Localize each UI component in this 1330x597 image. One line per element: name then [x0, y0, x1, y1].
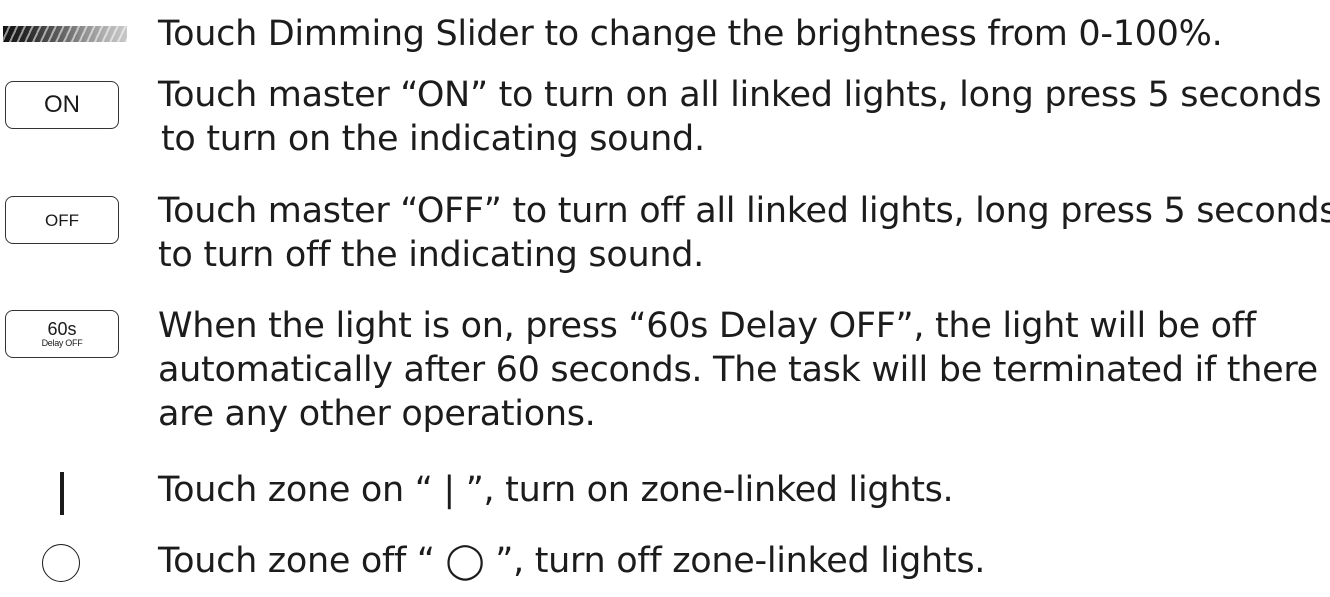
instruction-line: Touch zone on “ | ”, turn on zone-linked…	[158, 470, 954, 510]
instruction-line: automatically after 60 seconds. The task…	[158, 350, 1318, 390]
instruction-line: Touch master “OFF” to turn off all linke…	[158, 191, 1330, 231]
dimming-slider-icon	[3, 26, 127, 42]
instruction-line: are any other operations.	[158, 394, 596, 434]
instruction-text: Touch Dimming Slider to change the brigh…	[158, 12, 1223, 56]
zone-on-bar-icon	[60, 472, 64, 515]
delay-key-main-label: 60s	[47, 319, 77, 339]
instruction-text: When the light is on, press “60s Delay O…	[158, 304, 1318, 436]
zone-off-circle-icon	[42, 544, 80, 582]
on-key-icon: ON	[5, 81, 119, 129]
instruction-line: to turn off the indicating sound.	[158, 235, 704, 275]
instruction-text: Touch master “ON” to turn on all linked …	[158, 73, 1322, 161]
instruction-text: Touch zone on “ | ”, turn on zone-linked…	[158, 468, 954, 512]
instruction-line: When the light is on, press “60s Delay O…	[158, 306, 1256, 346]
delay-off-key-icon: 60s Delay OFF	[5, 310, 119, 358]
instruction-line: Touch zone off “ ◯ ”, turn off zone-link…	[158, 541, 986, 581]
on-key-label: ON	[44, 91, 80, 118]
instruction-line: to turn on the indicating sound.	[161, 119, 705, 159]
off-key-label: OFF	[45, 210, 79, 230]
instruction-text: Touch master “OFF” to turn off all linke…	[158, 189, 1330, 277]
off-key-icon: OFF	[5, 196, 119, 244]
delay-key-sub-label: Delay OFF	[41, 338, 83, 348]
instruction-line: Touch master “ON” to turn on all linked …	[158, 75, 1322, 115]
instruction-text: Touch zone off “ ◯ ”, turn off zone-link…	[158, 539, 985, 583]
instruction-line: Touch Dimming Slider to change the brigh…	[158, 14, 1223, 54]
